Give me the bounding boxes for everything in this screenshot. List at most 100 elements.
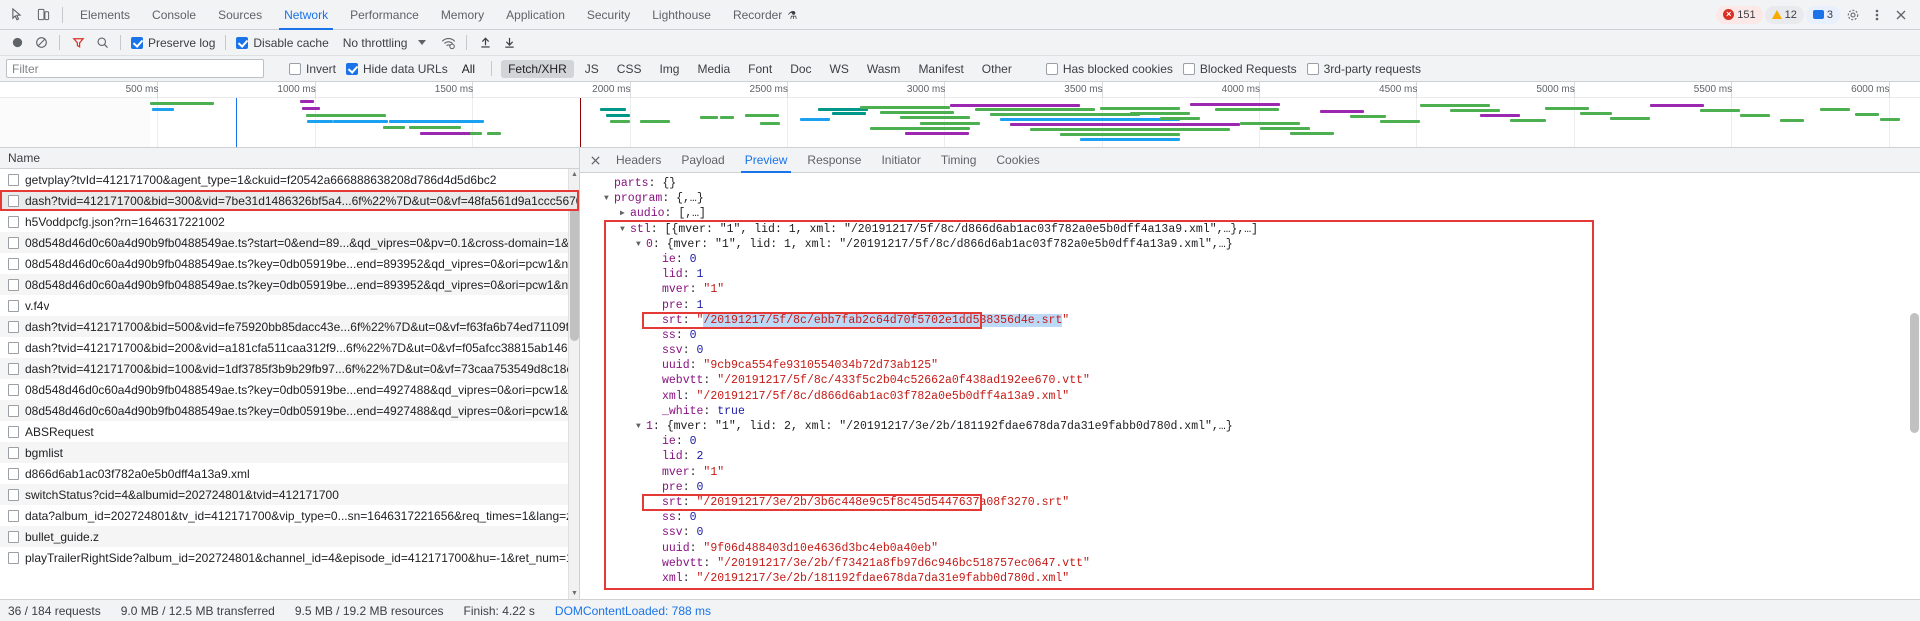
throttling-select[interactable]: No throttling [338, 36, 430, 50]
filter-type-wasm[interactable]: Wasm [860, 60, 908, 78]
tab-performance[interactable]: Performance [339, 0, 430, 30]
third-party-requests-checkbox[interactable]: 3rd-party requests [1304, 62, 1424, 76]
request-row[interactable]: playTrailerRightSide?album_id=202724801&… [0, 547, 579, 568]
filter-type-img[interactable]: Img [652, 60, 686, 78]
search-icon[interactable] [91, 32, 113, 54]
kebab-menu-icon[interactable] [1866, 4, 1888, 26]
tab-memory[interactable]: Memory [430, 0, 495, 30]
json-line[interactable]: ▶srt: "/20191217/3e/2b/3b6c448e9c5f8c45d… [588, 495, 1920, 510]
json-line[interactable]: ▶ssv: 0 [588, 525, 1920, 540]
tab-sources[interactable]: Sources [207, 0, 273, 30]
scrollbar-thumb[interactable] [570, 191, 579, 341]
request-row[interactable]: 08d548d46d0c60a4d90b9fb0488549ae.ts?star… [0, 232, 579, 253]
json-preview[interactable]: ▶parts: {}▼program: {,…}▶audio: [,…]▼stl… [580, 173, 1920, 599]
json-line[interactable]: ▼ 1: {mver: "1", lid: 2, xml: "/20191217/… [588, 419, 1920, 434]
detail-tab-preview[interactable]: Preview [735, 148, 798, 173]
warning-count-badge[interactable]: 12 [1764, 5, 1804, 24]
disable-cache-checkbox[interactable]: Disable cache [233, 36, 331, 50]
blocked-requests-checkbox[interactable]: Blocked Requests [1180, 62, 1300, 76]
message-count-badge[interactable]: 3 [1805, 5, 1840, 24]
json-line[interactable]: ▶ss: 0 [588, 510, 1920, 525]
filter-type-other[interactable]: Other [975, 60, 1019, 78]
json-line[interactable]: ▶mver: "1" [588, 465, 1920, 480]
request-row[interactable]: switchStatus?cid=4&albumid=202724801&tvi… [0, 484, 579, 505]
request-row[interactable]: 08d548d46d0c60a4d90b9fb0488549ae.ts?key=… [0, 253, 579, 274]
json-line[interactable]: ▼ 0: {mver: "1", lid: 1, xml: "/20191217/… [588, 237, 1920, 252]
json-line[interactable]: ▶lid: 1 [588, 267, 1920, 282]
hide-data-urls-checkbox[interactable]: Hide data URLs [343, 62, 451, 76]
scrollbar-thumb[interactable] [1910, 313, 1919, 433]
json-line[interactable]: ▶pre: 0 [588, 480, 1920, 495]
filter-type-css[interactable]: CSS [610, 60, 649, 78]
scroll-up-arrow[interactable]: ▲ [569, 169, 580, 180]
detail-tab-payload[interactable]: Payload [671, 148, 734, 173]
json-line[interactable]: ▶ audio: [,…] [588, 206, 1920, 221]
filter-type-media[interactable]: Media [690, 60, 737, 78]
json-line[interactable]: ▶webvtt: "/20191217/3e/2b/f73421a8fb97d6… [588, 556, 1920, 571]
filter-input[interactable] [6, 59, 264, 78]
json-line[interactable]: ▶webvtt: "/20191217/5f/8c/433f5c2b04c526… [588, 373, 1920, 388]
disclosure-triangle-open-icon[interactable]: ▼ [620, 222, 630, 237]
filter-funnel-icon[interactable] [67, 32, 89, 54]
request-row[interactable]: 08d548d46d0c60a4d90b9fb0488549ae.ts?key=… [0, 274, 579, 295]
json-line[interactable]: ▶xml: "/20191217/3e/2b/181192fdae678da7d… [588, 571, 1920, 586]
has-blocked-cookies-checkbox[interactable]: Has blocked cookies [1043, 62, 1176, 76]
detail-tab-response[interactable]: Response [797, 148, 871, 173]
request-list-scrollbar[interactable]: ▲ ▼ [568, 169, 579, 599]
error-count-badge[interactable]: × 151 [1716, 5, 1763, 24]
scroll-down-arrow[interactable]: ▼ [569, 588, 580, 599]
json-line[interactable]: ▶xml: "/20191217/5f/8c/d866d6ab1ac03f782… [588, 389, 1920, 404]
close-icon[interactable] [584, 148, 606, 172]
request-row[interactable]: h5Voddpcfg.json?rn=1646317221002 [0, 211, 579, 232]
request-list[interactable]: getvplay?tvId=412171700&agent_type=1&cku… [0, 169, 579, 599]
request-row[interactable]: dash?tvid=412171700&bid=300&vid=7be31d14… [0, 190, 579, 211]
filter-type-all[interactable]: All [455, 60, 482, 78]
tab-network[interactable]: Network [273, 0, 339, 30]
request-row[interactable]: dash?tvid=412171700&bid=100&vid=1df3785f… [0, 358, 579, 379]
filter-type-js[interactable]: JS [578, 60, 606, 78]
disclosure-triangle-open-icon[interactable]: ▼ [604, 191, 614, 206]
network-conditions-icon[interactable] [437, 32, 459, 54]
request-row[interactable]: ABSRequest [0, 421, 579, 442]
network-overview[interactable]: 500 ms 1000 ms 1500 ms 2000 ms 2500 ms 3000 m… [0, 82, 1920, 148]
json-line[interactable]: ▶srt: "/20191217/5f/8c/ebb7fab2c64d70f57… [588, 313, 1920, 328]
filter-type-font[interactable]: Font [741, 60, 779, 78]
request-row[interactable]: 08d548d46d0c60a4d90b9fb0488549ae.ts?key=… [0, 400, 579, 421]
inspect-cursor-icon[interactable] [4, 3, 30, 27]
json-line[interactable]: ▶_white: true [588, 404, 1920, 419]
detail-tab-cookies[interactable]: Cookies [986, 148, 1049, 173]
preserve-log-checkbox[interactable]: Preserve log [128, 36, 218, 50]
filter-type-doc[interactable]: Doc [783, 60, 818, 78]
tab-recorder[interactable]: Recorder ⚗ [722, 0, 808, 30]
tab-lighthouse[interactable]: Lighthouse [641, 0, 722, 30]
invert-checkbox[interactable]: Invert [286, 62, 339, 76]
request-row[interactable]: v.f4v [0, 295, 579, 316]
disclosure-triangle-open-icon[interactable]: ▼ [636, 419, 646, 434]
request-row[interactable]: dash?tvid=412171700&bid=500&vid=fe75920b… [0, 316, 579, 337]
request-row[interactable]: 08d548d46d0c60a4d90b9fb0488549ae.ts?key=… [0, 379, 579, 400]
json-line[interactable]: ▶mver: "1" [588, 282, 1920, 297]
json-line[interactable]: ▼ program: {,…} [588, 191, 1920, 206]
request-row[interactable]: bullet_guide.z [0, 526, 579, 547]
request-row[interactable]: d866d6ab1ac03f782a0e5b0dff4a13a9.xml [0, 463, 579, 484]
json-line[interactable]: ▼ stl: [{mver: "1", lid: 1, xml: "/201912… [588, 222, 1920, 237]
clear-network-log-icon[interactable] [30, 32, 52, 54]
tab-console[interactable]: Console [141, 0, 207, 30]
preview-scrollbar[interactable] [1909, 173, 1920, 599]
close-icon[interactable] [1890, 4, 1912, 26]
request-row[interactable]: bgmlist [0, 442, 579, 463]
detail-tab-initiator[interactable]: Initiator [871, 148, 930, 173]
json-line[interactable]: ▶parts: {} [588, 176, 1920, 191]
import-har-icon[interactable] [474, 32, 496, 54]
device-toolbar-icon[interactable] [30, 3, 56, 27]
filter-type-manifest[interactable]: Manifest [911, 60, 970, 78]
json-line[interactable]: ▶ie: 0 [588, 434, 1920, 449]
request-row[interactable]: dash?tvid=412171700&bid=200&vid=a181cfa5… [0, 337, 579, 358]
json-line[interactable]: ▶ssv: 0 [588, 343, 1920, 358]
detail-tab-timing[interactable]: Timing [931, 148, 987, 173]
json-line[interactable]: ▶ss: 0 [588, 328, 1920, 343]
record-stop-icon[interactable] [6, 32, 28, 54]
tab-elements[interactable]: Elements [69, 0, 141, 30]
tab-application[interactable]: Application [495, 0, 576, 30]
filter-type-fetch-xhr[interactable]: Fetch/XHR [501, 59, 574, 78]
